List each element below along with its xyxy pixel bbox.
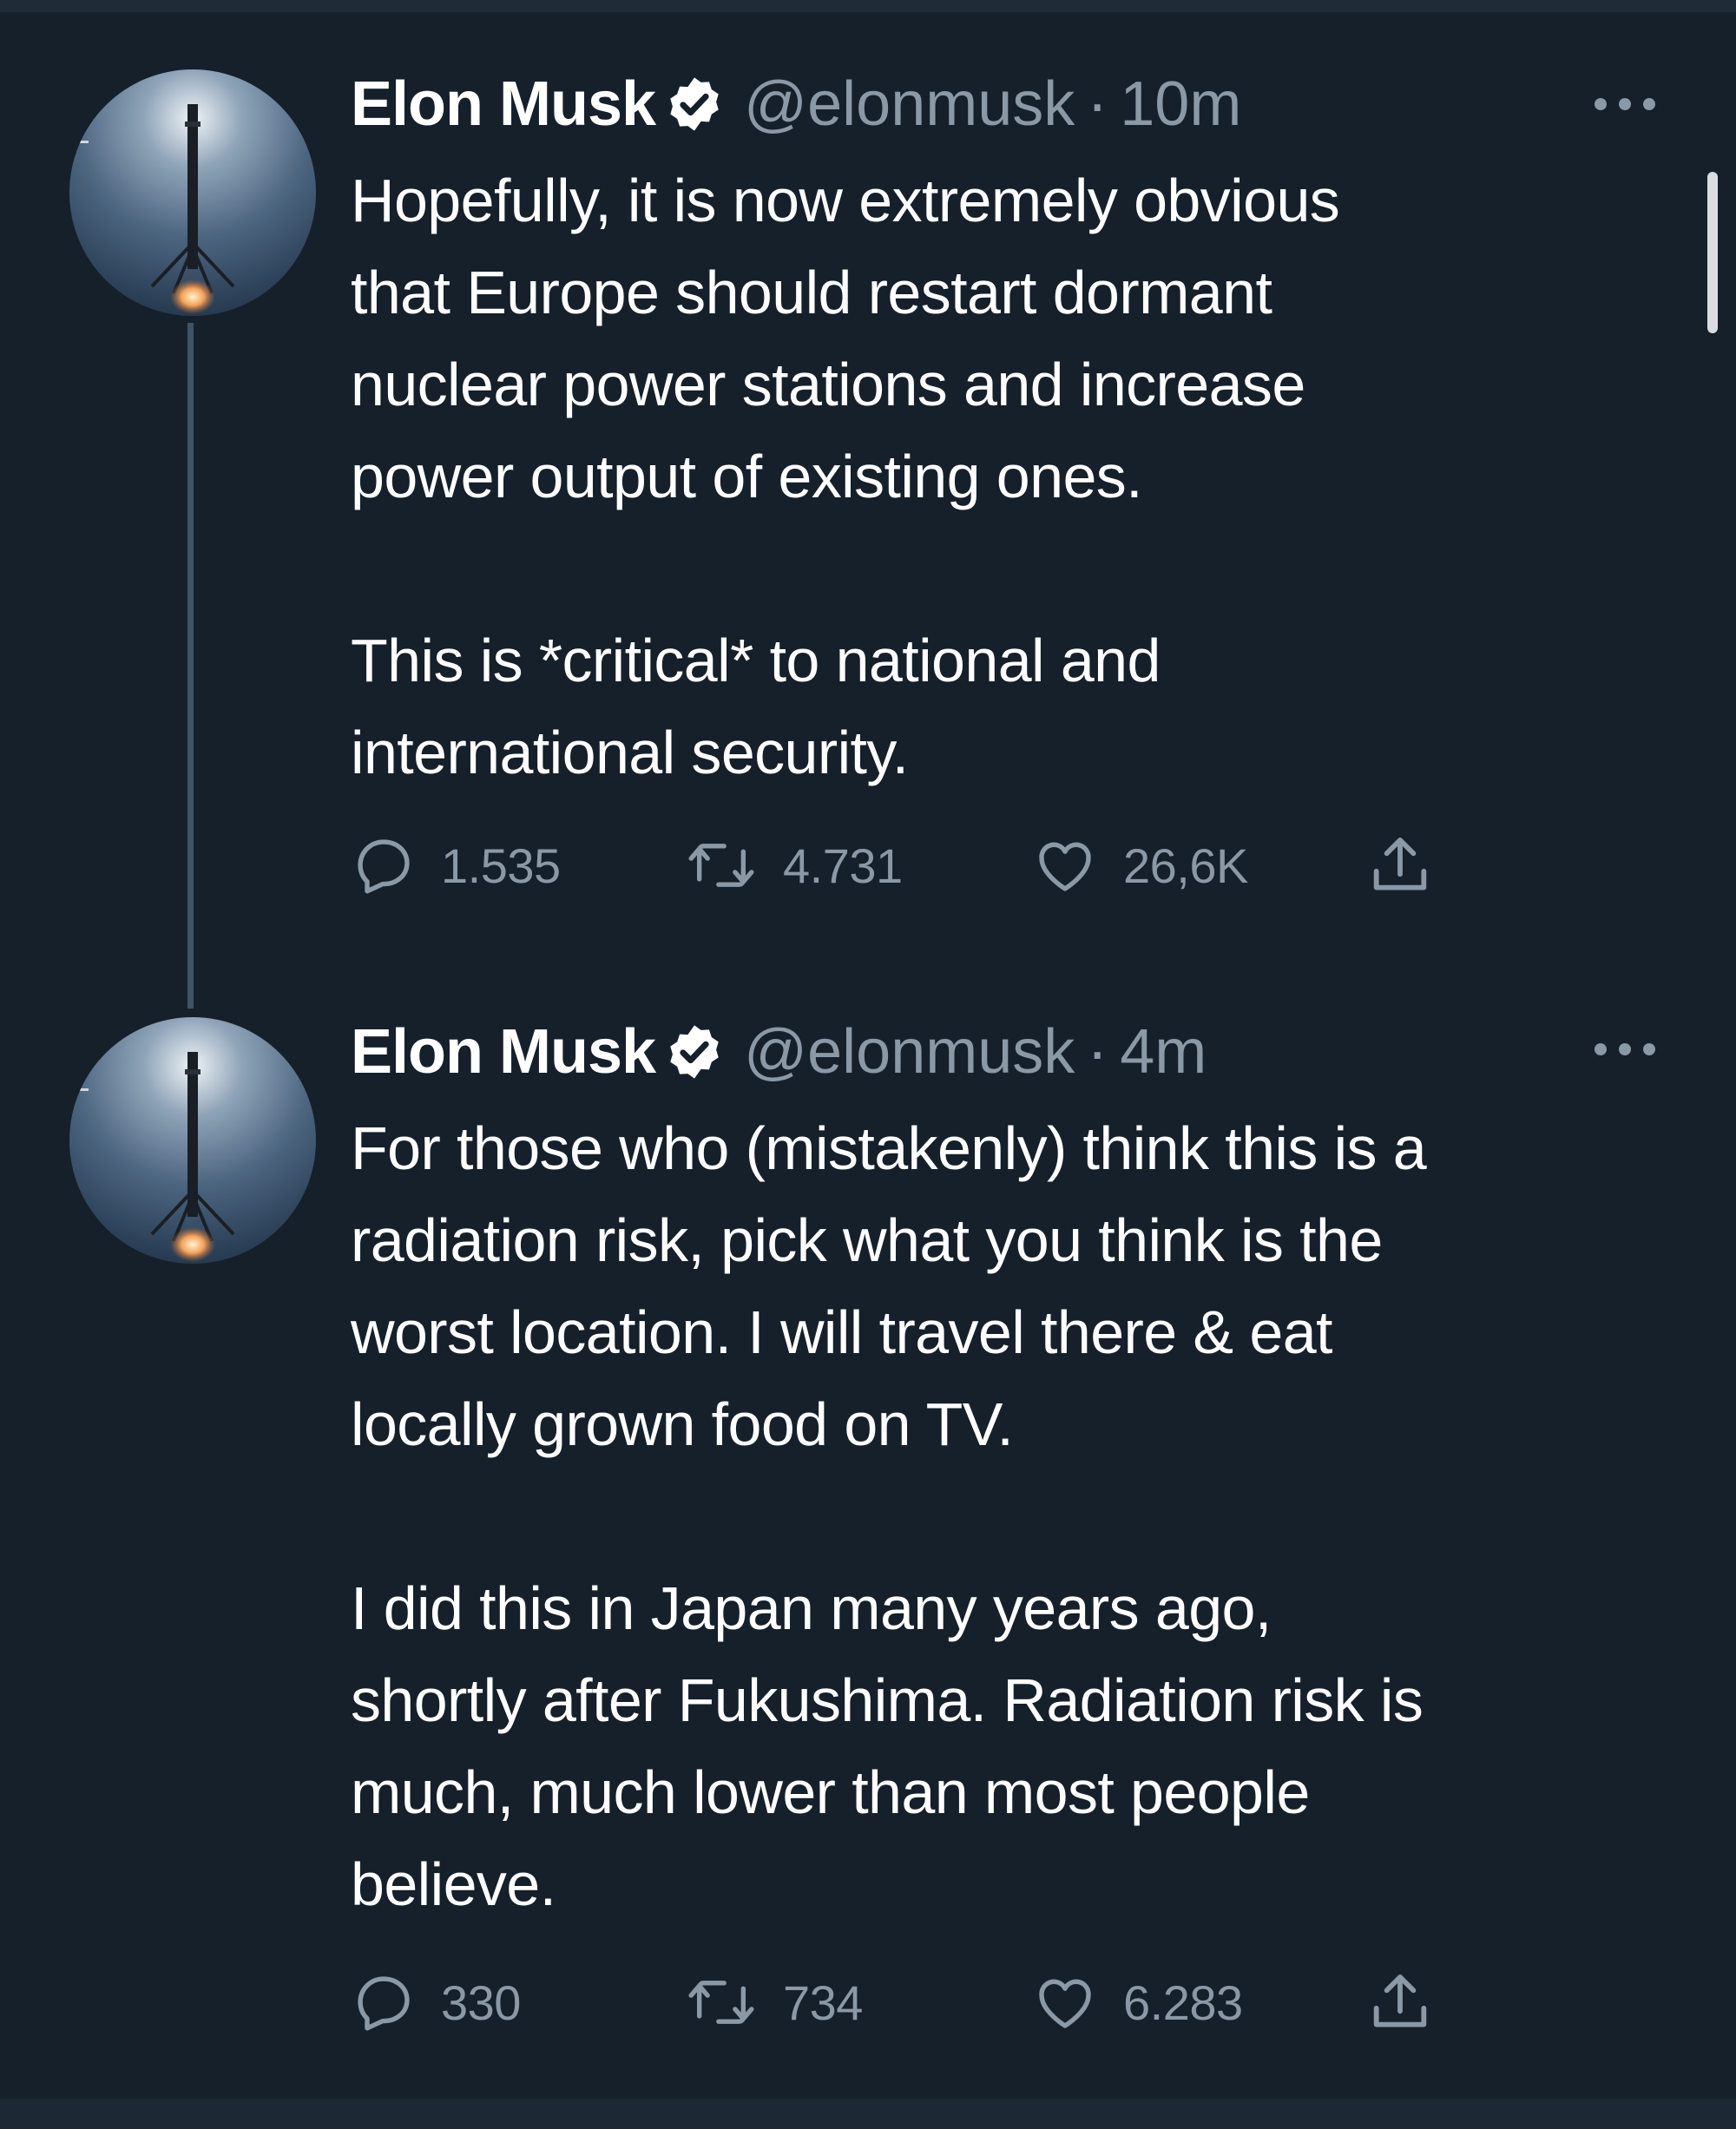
tweet-text: For those who (mistakenly) think this is… [351, 1102, 1687, 1930]
more-options-icon[interactable] [1592, 95, 1658, 113]
verified-badge-icon [664, 74, 725, 135]
reply-button[interactable]: 1.535 [351, 826, 561, 904]
text-line: power output of existing ones. [351, 443, 1143, 510]
retweet-icon [684, 832, 759, 898]
like-count: 6.283 [1123, 1975, 1243, 2030]
heart-icon [1031, 832, 1099, 898]
text-line: international security. [351, 719, 909, 786]
tweet-timestamp[interactable]: 4m [1120, 1021, 1207, 1083]
retweet-count: 734 [783, 1975, 863, 2030]
tweet-header: Elon Musk @elonmusk · 4m [351, 1009, 1207, 1095]
separator-dot: · [1087, 69, 1108, 139]
author-name[interactable]: Elon Musk [351, 73, 656, 135]
share-icon [1363, 1967, 1437, 2038]
action-bar: 330 734 6.283 [351, 1963, 1479, 2041]
avatar[interactable] [69, 69, 316, 316]
retweet-count: 4.731 [783, 838, 903, 893]
top-divider [0, 0, 1736, 12]
tweet-text: Hopefully, it is now extremely obvious t… [351, 154, 1687, 798]
retweet-button[interactable]: 734 [684, 1963, 863, 2041]
reply-button[interactable]: 330 [351, 1963, 521, 2041]
reply-count: 1.535 [441, 838, 561, 893]
reply-icon [351, 1969, 417, 2035]
text-line: This is *critical* to national and [351, 627, 1161, 694]
avatar[interactable] [69, 1017, 316, 1264]
text-line: that Europe should restart dormant [351, 259, 1272, 326]
bottom-divider [0, 2099, 1736, 2129]
text-line: nuclear power stations and increase [351, 351, 1305, 418]
reply-icon [351, 832, 417, 898]
text-line: locally grown food on TV. [351, 1390, 1014, 1458]
author-handle[interactable]: @elonmusk [744, 1021, 1075, 1083]
like-button[interactable]: 26,6K [1031, 826, 1248, 904]
text-line: shortly after Fukushima. Radiation risk … [351, 1666, 1424, 1734]
reply-count: 330 [441, 1975, 521, 2030]
heart-icon [1031, 1969, 1099, 2035]
thread-connector-line [187, 323, 194, 1009]
share-icon [1363, 830, 1437, 901]
more-options-icon[interactable] [1592, 1041, 1658, 1058]
like-button[interactable]: 6.283 [1031, 1963, 1243, 2041]
like-count: 26,6K [1123, 838, 1248, 893]
text-line: For those who (mistakenly) think this is… [351, 1114, 1427, 1182]
tweet-timestamp[interactable]: 10m [1120, 73, 1241, 135]
text-line: believe. [351, 1850, 556, 1918]
text-line: much, much lower than most people [351, 1758, 1310, 1826]
author-handle[interactable]: @elonmusk [744, 73, 1075, 135]
author-name[interactable]: Elon Musk [351, 1021, 656, 1083]
share-button[interactable] [1363, 1963, 1437, 2041]
action-bar: 1.535 4.731 26,6K [351, 826, 1479, 904]
retweet-button[interactable]: 4.731 [684, 826, 903, 904]
tweet-header: Elon Musk @elonmusk · 10m [351, 61, 1241, 148]
share-button[interactable] [1363, 826, 1437, 904]
text-line: worst location. I will travel there & ea… [351, 1298, 1332, 1366]
text-line: Hopefully, it is now extremely obvious [351, 167, 1340, 234]
scrollbar[interactable] [1707, 172, 1718, 333]
verified-badge-icon [664, 1022, 725, 1082]
retweet-icon [684, 1969, 759, 2035]
separator-dot: · [1087, 1017, 1108, 1087]
text-line: I did this in Japan many years ago, [351, 1574, 1272, 1642]
text-line: radiation risk, pick what you think is t… [351, 1206, 1383, 1274]
